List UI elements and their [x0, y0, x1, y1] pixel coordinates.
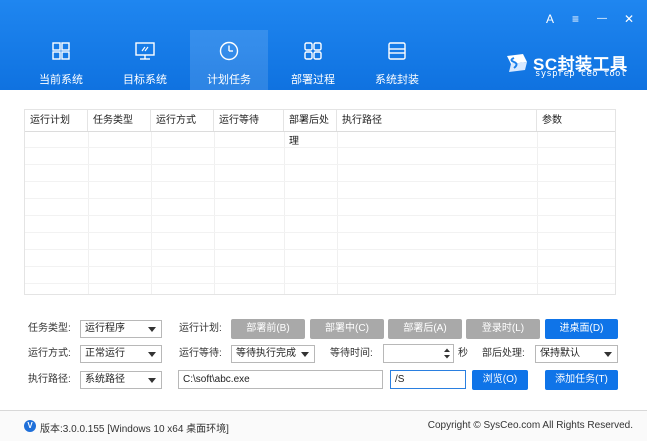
nav-target-system[interactable]: 目标系统	[108, 34, 182, 90]
title-bar: A ≡ — ✕ 当前系统 目标系统 计划任务 部署过程 系统封装 SC封装工具 …	[0, 0, 647, 90]
add-task-button[interactable]: 添加任务(T)	[545, 370, 618, 390]
column-header[interactable]: 运行计划	[25, 110, 88, 131]
exec-path-select[interactable]: 系统路径	[80, 371, 162, 389]
post-process-label: 部后处理:	[482, 348, 525, 359]
version-text: 版本:3.0.0.155 [Windows 10 x64 桌面环境]	[40, 424, 229, 435]
task-type-select[interactable]: 运行程序	[80, 320, 162, 338]
wait-time-label: 等待时间:	[330, 348, 373, 359]
table-row[interactable]	[25, 183, 615, 199]
run-wait-value: 等待执行完成	[236, 348, 296, 359]
nav-label: 当前系统	[39, 74, 83, 86]
chevron-down-icon	[148, 352, 156, 357]
close-icon[interactable]: ✕	[624, 12, 634, 26]
nav-scheduled-tasks[interactable]: 计划任务	[190, 30, 268, 90]
column-header[interactable]: 执行路径	[337, 110, 537, 131]
column-header[interactable]: 运行等待	[214, 110, 284, 131]
run-wait-select[interactable]: 等待执行完成	[231, 345, 315, 363]
menu-icon[interactable]: ≡	[572, 12, 579, 26]
browse-button[interactable]: 浏览(O)	[472, 370, 528, 390]
run-mode-label: 运行方式:	[28, 348, 71, 359]
copyright-text[interactable]: Copyright © SysCeo.com All Rights Reserv…	[428, 420, 633, 431]
run-plan-label: 运行计划:	[179, 323, 222, 334]
column-header[interactable]: 部署后处理	[284, 110, 337, 147]
logo-icon	[507, 54, 527, 72]
column-header[interactable]: 运行方式	[151, 110, 214, 131]
version-icon: V	[24, 420, 36, 432]
chevron-down-icon	[148, 378, 156, 383]
after-deploy-button[interactable]: 部署后(A)	[388, 319, 462, 339]
program-path-input[interactable]: C:\soft\abc.exe	[178, 370, 383, 389]
run-mode-select[interactable]: 正常运行	[80, 345, 162, 363]
during-deploy-button[interactable]: 部署中(C)	[310, 319, 384, 339]
table-row[interactable]	[25, 217, 615, 233]
task-type-value: 运行程序	[85, 323, 125, 334]
on-login-button[interactable]: 登录时(L)	[466, 319, 540, 339]
table-row[interactable]	[25, 166, 615, 182]
windows-icon	[52, 42, 70, 60]
clock-icon	[219, 41, 239, 61]
disk-icon	[388, 42, 406, 60]
grid-icon	[304, 42, 322, 60]
post-process-value: 保持默认	[540, 348, 580, 359]
minimize-icon[interactable]: —	[597, 12, 607, 26]
run-mode-value: 正常运行	[85, 348, 125, 359]
nav-deploy-process[interactable]: 部署过程	[276, 34, 350, 90]
nav-label: 系统封装	[375, 74, 419, 86]
column-header[interactable]: 任务类型	[88, 110, 151, 131]
parameter-value: /S	[395, 374, 405, 385]
program-path-value: C:\soft\abc.exe	[183, 374, 250, 385]
status-bar: V 版本:3.0.0.155 [Windows 10 x64 桌面环境] Cop…	[0, 410, 647, 441]
nav-system-package[interactable]: 系统封装	[360, 34, 434, 90]
task-type-label: 任务类型:	[28, 323, 71, 334]
exec-path-value: 系统路径	[85, 374, 125, 385]
nav-label: 计划任务	[207, 74, 251, 86]
before-deploy-button[interactable]: 部署前(B)	[231, 319, 305, 339]
nav-label: 部署过程	[291, 74, 335, 86]
exec-path-label: 执行路径:	[28, 374, 71, 385]
nav-current-system[interactable]: 当前系统	[24, 34, 98, 90]
on-desktop-button[interactable]: 进桌面(D)	[545, 319, 618, 339]
table-row[interactable]	[25, 200, 615, 216]
table-row[interactable]	[25, 149, 615, 165]
task-table: 运行计划 任务类型 运行方式 运行等待 部署后处理 执行路径 参数	[24, 109, 616, 295]
table-row[interactable]	[25, 132, 615, 148]
chevron-down-icon	[301, 352, 309, 357]
chevron-down-icon	[148, 327, 156, 332]
post-process-select[interactable]: 保持默认	[535, 345, 618, 363]
logo-subtitle: sysprep ceo tool	[535, 69, 627, 79]
wait-time-spinner[interactable]	[383, 344, 454, 363]
monitor-icon	[135, 42, 155, 60]
seconds-unit-label: 秒	[458, 348, 468, 359]
table-row[interactable]	[25, 234, 615, 250]
nav-label: 目标系统	[123, 74, 167, 86]
column-header[interactable]: 参数	[537, 110, 615, 131]
parameter-input[interactable]: /S	[390, 370, 466, 389]
run-wait-label: 运行等待:	[179, 348, 222, 359]
chevron-down-icon	[604, 352, 612, 357]
user-icon[interactable]: A	[546, 12, 554, 26]
table-row[interactable]	[25, 268, 615, 284]
table-row[interactable]	[25, 251, 615, 267]
spinner-arrows-icon[interactable]	[443, 347, 451, 360]
